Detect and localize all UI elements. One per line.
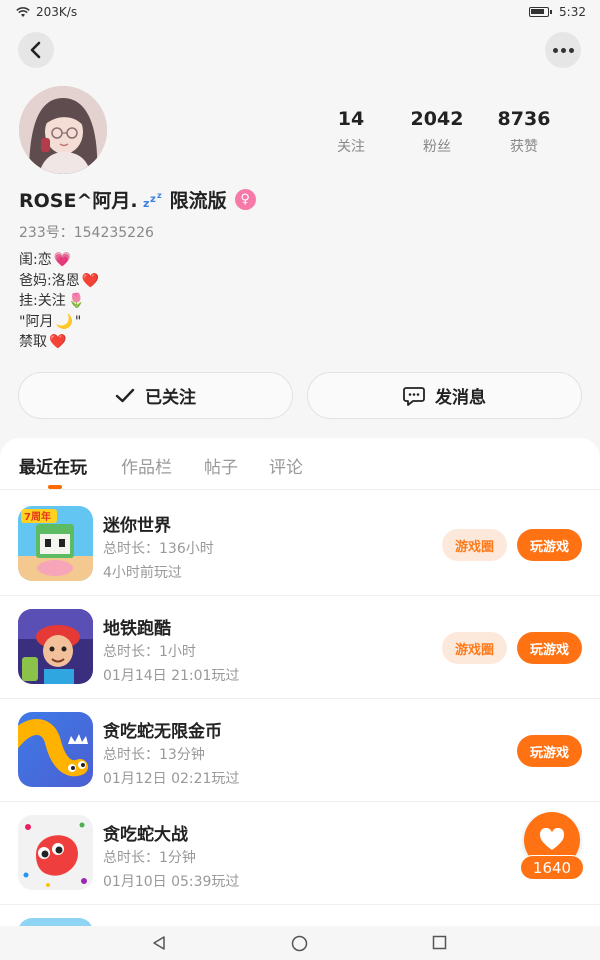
bio: 闺:恋 💗 爸妈:洛恩 ❤️ 挂:关注 🌷 "阿月 🌙 " 禁取 ❤️: [19, 250, 99, 353]
game-name: 贪吃蛇大战: [103, 825, 188, 845]
active-tab-indicator: [48, 485, 62, 489]
tulip-emoji-icon: 🌷: [67, 293, 86, 309]
check-icon: [115, 388, 135, 402]
username-part1: ROSE^阿月.: [19, 190, 138, 212]
following-button[interactable]: 已关注: [18, 372, 293, 419]
stat-followers[interactable]: 2042 粉丝: [397, 108, 477, 156]
content-card: 最近在玩 作品栏 帖子 评论 7周年 迷你世界 总时长：136小时 4小时前玩过…: [0, 438, 600, 928]
heart-emoji-icon: 💗: [53, 252, 72, 268]
stat-likes-count: 8736: [497, 108, 551, 130]
game-circle-button[interactable]: 游戏圈: [442, 632, 507, 664]
subway-surfers-game-icon: [18, 609, 93, 684]
game-duration: 总时长：136小时: [103, 541, 214, 557]
nav-back-icon[interactable]: [151, 935, 167, 951]
chat-bubble-icon: [403, 386, 425, 406]
chevron-left-icon: [30, 41, 41, 59]
message-button-label: 发消息: [435, 388, 486, 408]
game-name: 迷你世界: [103, 516, 171, 536]
red-heart-emoji-icon: ❤️: [81, 272, 100, 289]
sleep-zzz-icon: z z z: [143, 191, 162, 210]
bio-line: 禁取 ❤️: [19, 332, 99, 353]
battery-icon: [529, 7, 553, 17]
bio-line: 爸妈:洛恩 ❤️: [19, 271, 99, 292]
game-row[interactable]: 贪吃蛇无限金币 总时长：13分钟 01月12日 02:21玩过 玩游戏: [0, 699, 600, 802]
user-id: 233号：154235226: [19, 225, 154, 241]
tab-recently-played[interactable]: 最近在玩: [19, 453, 87, 478]
stat-following-label: 关注: [337, 139, 365, 155]
game-name: 地铁跑酷: [103, 619, 171, 639]
svg-text:z: z: [143, 197, 149, 210]
bio-line: "阿月 🌙 ": [19, 312, 99, 333]
bio-line: 挂:关注 🌷: [19, 291, 99, 312]
stat-following[interactable]: 14 关注: [311, 108, 391, 156]
more-button[interactable]: [545, 32, 581, 68]
anniversary-badge: 7周年: [24, 510, 51, 523]
username: ROSE^阿月. z z z 限流版 ♀: [19, 186, 256, 213]
game-circle-button[interactable]: 游戏圈: [442, 529, 507, 561]
status-bar: 203K/s 5:32: [0, 0, 600, 24]
following-button-label: 已关注: [145, 388, 196, 408]
game-last-played: 4小时前玩过: [103, 565, 182, 581]
nav-recents-icon[interactable]: [432, 935, 447, 950]
svg-text:z: z: [150, 194, 156, 205]
red-heart-emoji-icon: ❤️: [49, 334, 67, 350]
game-duration: 总时长：1小时: [103, 644, 196, 660]
network-speed: 203K/s: [36, 5, 78, 19]
like-count: 1640: [520, 855, 584, 880]
bio-line-text: 爸妈:洛恩: [19, 272, 80, 289]
stat-following-count: 14: [337, 108, 365, 130]
stat-followers-label: 粉丝: [423, 139, 451, 155]
snake-battle-game-icon: [18, 815, 93, 890]
tab-bar: 最近在玩 作品栏 帖子 评论: [0, 438, 600, 490]
more-dots-icon: [552, 47, 574, 53]
play-game-button[interactable]: 玩游戏: [517, 735, 582, 767]
game-last-played: 01月12日 02:21玩过: [103, 771, 240, 787]
heart-icon: [539, 828, 565, 850]
message-button[interactable]: 发消息: [307, 372, 582, 419]
bio-line-suffix: ": [74, 313, 82, 330]
bio-line-text: 禁取: [19, 334, 47, 350]
stat-followers-count: 2042: [410, 108, 464, 130]
game-row[interactable]: 贪吃蛇大战 总时长：1分钟 01月10日 05:39玩过: [0, 802, 600, 905]
game-row[interactable]: 7周年 迷你世界 总时长：136小时 4小时前玩过 游戏圈 玩游戏: [0, 493, 600, 596]
svg-text:z: z: [157, 191, 162, 200]
clock: 5:32: [559, 5, 586, 19]
snake-gold-game-icon: [18, 712, 93, 787]
system-nav-bar: [0, 926, 600, 960]
profile-actions: 已关注 发消息: [18, 372, 582, 420]
stat-likes-label: 获赞: [510, 139, 538, 155]
game-last-played: 01月14日 21:01玩过: [103, 668, 240, 684]
game-duration: 总时长：13分钟: [103, 747, 205, 763]
nav-home-icon[interactable]: [291, 935, 308, 952]
mini-world-game-icon: 7周年: [18, 506, 93, 581]
back-button[interactable]: [18, 32, 54, 68]
bio-line-text: 挂:关注: [19, 293, 66, 309]
stat-likes[interactable]: 8736 获赞: [484, 108, 564, 156]
play-game-button[interactable]: 玩游戏: [517, 529, 582, 561]
tab-posts[interactable]: 帖子: [204, 453, 238, 478]
profile-stats: 14 关注 2042 粉丝 8736 获赞: [0, 108, 600, 168]
game-row[interactable]: [0, 905, 600, 928]
female-gender-icon: ♀: [234, 189, 256, 210]
play-game-button[interactable]: 玩游戏: [517, 632, 582, 664]
game-name: 贪吃蛇无限金币: [103, 722, 222, 742]
tab-comments[interactable]: 评论: [269, 453, 303, 478]
username-part2: 限流版: [169, 190, 227, 212]
game-last-played: 01月10日 05:39玩过: [103, 874, 240, 890]
bio-line: 闺:恋 💗: [19, 250, 99, 271]
game-duration: 总时长：1分钟: [103, 850, 196, 866]
moon-emoji-icon: 🌙: [55, 313, 73, 330]
bio-line-text: 闺:恋: [19, 252, 52, 268]
bio-line-text: "阿月: [19, 313, 54, 330]
game-row[interactable]: 地铁跑酷 总时长：1小时 01月14日 21:01玩过 游戏圈 玩游戏: [0, 596, 600, 699]
wifi-icon: [16, 6, 30, 17]
tab-works[interactable]: 作品栏: [121, 453, 172, 478]
